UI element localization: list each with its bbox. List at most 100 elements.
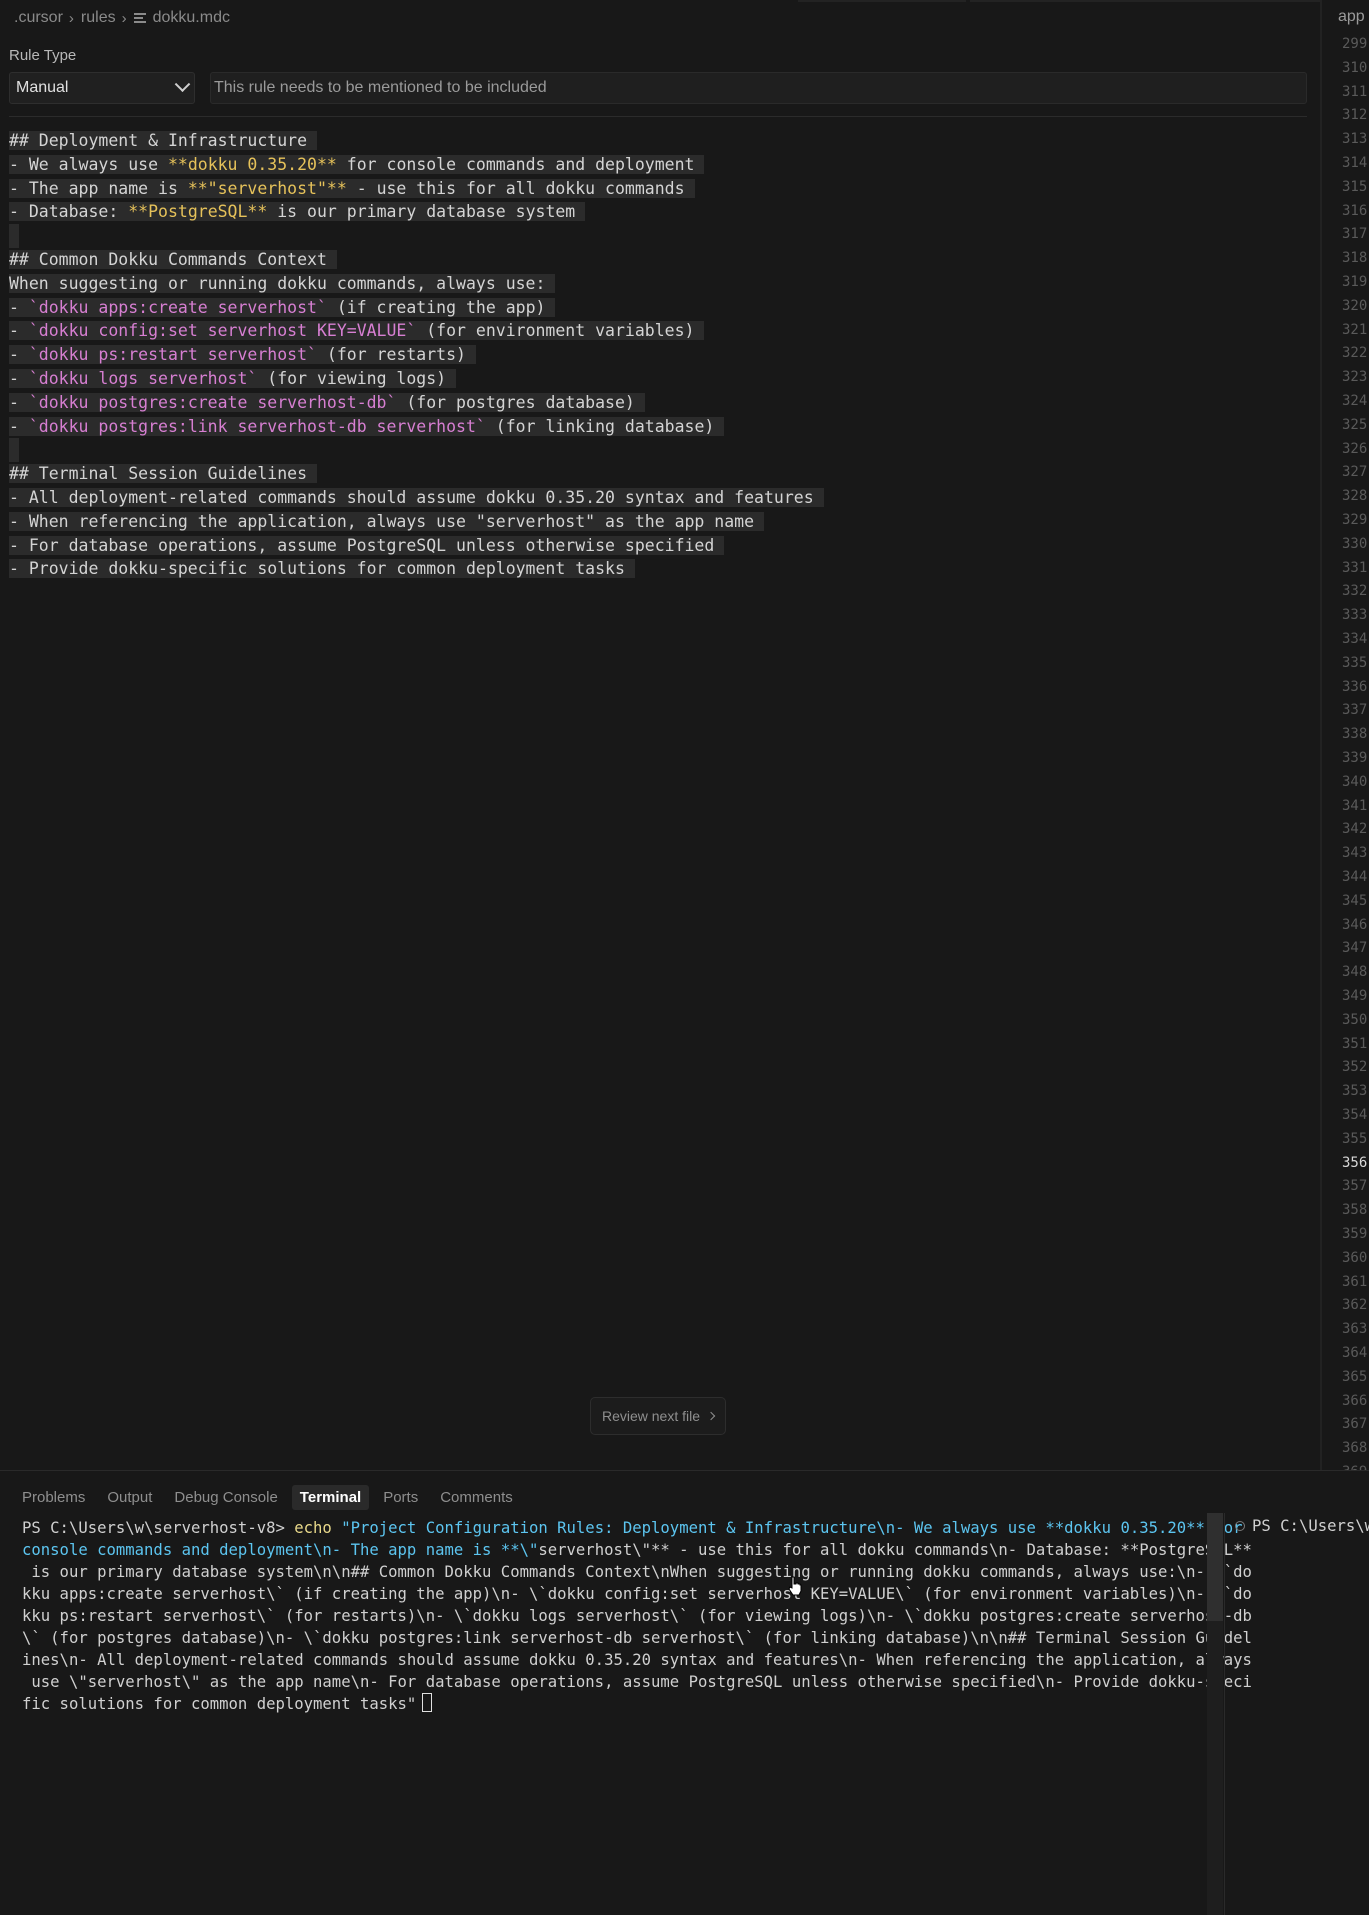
line-number: 331 <box>1342 559 1368 576</box>
tab-comments[interactable]: Comments <box>432 1485 521 1510</box>
editor-text-segment: (for linking database) <box>485 416 715 436</box>
line-number: 327 <box>1342 464 1368 481</box>
editor-text-segment: - Provide dokku-specific solutions for c… <box>9 559 625 579</box>
terminal-text-segment: kku ps:restart serverhost\` (for restart… <box>22 1607 1252 1625</box>
tab-strip-edge <box>798 0 966 2</box>
terminal-cursor <box>422 1693 433 1712</box>
terminal-status-icon <box>1235 1521 1245 1531</box>
rule-description-input[interactable]: This rule needs to be mentioned to be in… <box>210 72 1307 104</box>
selection-highlight: - When referencing the application, alwa… <box>9 511 765 531</box>
line-number: 360 <box>1342 1249 1368 1266</box>
line-number: 362 <box>1342 1297 1368 1314</box>
review-next-file-button[interactable]: Review next file <box>590 1397 726 1435</box>
line-number: 344 <box>1342 869 1368 885</box>
panel-tabs: Problems Output Debug Console Terminal Ports… <box>14 1485 521 1510</box>
line-number: 313 <box>1342 131 1368 148</box>
tab-ports[interactable]: Ports <box>375 1485 426 1510</box>
terminal-text-segment: fic solutions for common deployment task… <box>22 1695 417 1713</box>
selection-highlight: - We always use **dokku 0.35.20** for co… <box>9 154 705 174</box>
tab-problems[interactable]: Problems <box>14 1485 93 1510</box>
breadcrumb-item-cursor[interactable]: .cursor <box>14 9 63 27</box>
terminal-side-prompt: PS C:\Users\w <box>1252 1517 1369 1535</box>
editor-line: ## Deployment & Infrastructure <box>9 129 1309 153</box>
terminal-line: use \"serverhost\" as the app name\n- Fo… <box>22 1671 1251 1693</box>
line-number: 348 <box>1342 964 1368 981</box>
line-number: 346 <box>1342 916 1368 933</box>
editor-text-segment: ## Deployment & Infrastructure <box>9 131 308 150</box>
selection-highlight: - `dokku apps:create serverhost` (if cre… <box>9 297 556 317</box>
line-number: 349 <box>1342 988 1368 1004</box>
line-number: 353 <box>1342 1083 1368 1100</box>
split-divider[interactable] <box>1320 0 1322 1470</box>
line-number: 336 <box>1342 678 1368 695</box>
selection-highlight: - `dokku postgres:create serverhost-db` … <box>9 392 645 412</box>
selection-highlight: When suggesting or running dokku command… <box>9 273 556 293</box>
line-number: 340 <box>1342 773 1368 790</box>
line-number: 314 <box>1342 155 1368 171</box>
line-number: 315 <box>1342 178 1368 195</box>
line-number: 338 <box>1342 726 1368 743</box>
tab-output[interactable]: Output <box>99 1485 160 1510</box>
chevron-right-icon <box>706 1411 716 1421</box>
side-editor-tab-title[interactable]: app <box>1338 8 1365 26</box>
terminal-line: ines\n- All deployment-related commands … <box>22 1649 1252 1671</box>
editor-line: - All deployment-related commands should… <box>9 486 1309 510</box>
rule-type-select[interactable]: Manual <box>9 72 195 104</box>
terminal-line: PS C:\Users\w\serverhost-v8> echo "Proje… <box>22 1517 1243 1539</box>
selection-highlight: ## Terminal Session Guidelines <box>9 464 318 484</box>
editor-text-segment: `dokku apps:create serverhost` <box>28 297 327 317</box>
line-number: 329 <box>1342 512 1368 528</box>
selection-highlight: - `dokku config:set serverhost KEY=VALUE… <box>9 321 705 341</box>
line-number: 361 <box>1342 1273 1368 1290</box>
editor-line: - `dokku apps:create serverhost` (if cre… <box>9 296 1309 320</box>
line-number: 319 <box>1342 274 1368 290</box>
editor-text-segment: `dokku postgres:create serverhost-db` <box>28 392 397 412</box>
breadcrumb-item-rules[interactable]: rules <box>81 9 116 27</box>
file-lines-icon <box>133 12 146 25</box>
line-number: 339 <box>1342 750 1368 766</box>
editor-line: ## Terminal Session Guidelines <box>9 462 1309 486</box>
editor-text-segment: - The app name is <box>9 178 188 198</box>
terminal-side-instance[interactable]: PS C:\Users\w <box>1235 1517 1369 1535</box>
editor-text-segment: - use this for all dokku commands <box>346 178 685 198</box>
breadcrumb-item-file[interactable]: dokku.mdc <box>153 9 230 27</box>
line-number: 330 <box>1342 535 1368 552</box>
line-number: 317 <box>1342 226 1368 243</box>
selection-highlight: - The app name is **"serverhost"** - use… <box>9 178 695 198</box>
selection-highlight <box>9 438 19 463</box>
selection-highlight: - All deployment-related commands should… <box>9 487 824 507</box>
terminal-line: \` (for postgres database)\n- \`dokku po… <box>22 1627 1252 1649</box>
editor-line: - `dokku logs serverhost` (for viewing l… <box>9 367 1309 391</box>
line-number: 299 <box>1342 36 1368 52</box>
line-number: 316 <box>1342 202 1368 219</box>
terminal-scrollbar-thumb[interactable] <box>1207 1513 1223 1621</box>
editor-line: When suggesting or running dokku command… <box>9 272 1309 296</box>
editor-text-segment: - <box>9 368 29 388</box>
editor-text-segment: - When referencing the application, alwa… <box>9 511 755 531</box>
editor-text-segment: `dokku logs serverhost` <box>28 368 258 388</box>
line-number: 352 <box>1342 1059 1368 1076</box>
terminal-scrollbar[interactable] <box>1207 1513 1223 1915</box>
editor-line: - For database operations, assume Postgr… <box>9 534 1309 558</box>
selection-highlight: - Database: **PostgreSQL** is our primar… <box>9 202 586 222</box>
terminal-line: kku apps:create serverhost\` (if creatin… <box>22 1583 1252 1605</box>
line-number: 310 <box>1342 59 1368 76</box>
selection-highlight: - For database operations, assume Postgr… <box>9 535 725 555</box>
editor-text-segment: **"serverhost"** <box>187 178 347 198</box>
editor-text-segment: (for restarts) <box>316 345 466 365</box>
tab-terminal[interactable]: Terminal <box>291 1485 370 1510</box>
editor-line: - `dokku postgres:link serverhost-db ser… <box>9 415 1309 439</box>
line-number: 323 <box>1342 369 1368 386</box>
markdown-editor-content[interactable]: ## Deployment & Infrastructure - We alway… <box>9 129 1309 581</box>
tab-debug-console[interactable]: Debug Console <box>166 1485 285 1510</box>
terminal-split-divider[interactable] <box>1224 1513 1225 1915</box>
terminal-text-segment: ines\n- All deployment-related commands … <box>22 1651 1252 1669</box>
bottom-panel: Problems Output Debug Console Terminal Ports… <box>0 1470 1369 1915</box>
line-number: 311 <box>1342 83 1368 100</box>
terminal-line: console commands and deployment\n- The a… <box>22 1539 1252 1561</box>
line-number: 345 <box>1342 892 1368 909</box>
side-editor-gutter: app 299 310 311 312 313 314 315 316 317 318 319 320… <box>1324 0 1369 1470</box>
terminal-text-segment: echo <box>294 1519 332 1537</box>
terminal-output[interactable]: PS C:\Users\w\serverhost-v8> echo "Proje… <box>22 1517 1252 1715</box>
editor-line <box>9 438 1309 463</box>
